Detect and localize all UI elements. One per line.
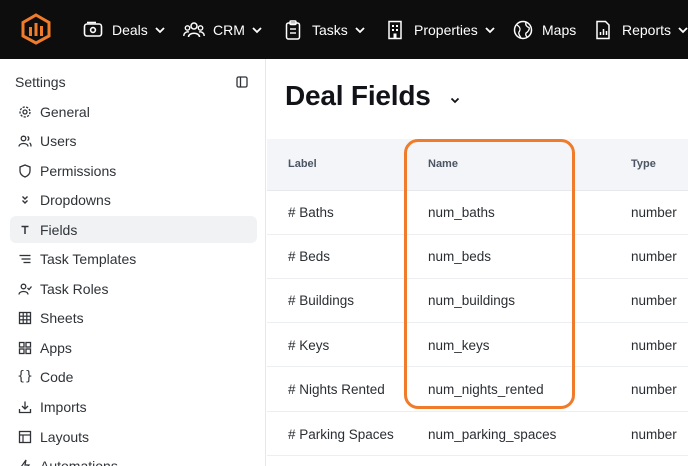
cell-type: number	[631, 382, 677, 397]
nav-tasks-label: Tasks	[312, 21, 348, 38]
chevron-down-icon	[251, 24, 263, 36]
nav-crm-label: CRM	[213, 21, 245, 38]
chevron-down-icon	[677, 24, 688, 36]
cell-type: number	[631, 338, 677, 353]
cell-name: num_beds	[428, 249, 492, 264]
sidebar-item-label: Apps	[40, 339, 72, 356]
chevron-down-icon[interactable]	[449, 94, 461, 106]
sidebar-item-label: General	[40, 103, 90, 120]
chevron-down-icon	[154, 24, 166, 36]
sidebar-item-label: Task Templates	[40, 250, 137, 267]
cell-name: num_parking_spaces	[428, 427, 557, 442]
report-icon	[592, 19, 614, 41]
users-icon	[18, 134, 32, 148]
sidebar-item-code[interactable]: {} Code	[10, 363, 257, 390]
wallet-icon	[82, 19, 104, 41]
sidebar-item-label: Layouts	[40, 428, 90, 445]
cell-name: num_keys	[428, 338, 490, 353]
column-header-label[interactable]: Label	[288, 158, 317, 170]
sidebar-item-automations[interactable]: Automations	[10, 452, 257, 466]
sidebar-item-label: Dropdowns	[40, 191, 111, 208]
sidebar-item-fields[interactable]: Fields	[10, 216, 257, 243]
nav-deals[interactable]: Deals	[82, 0, 166, 59]
settings-sidebar: Settings General Users Permissions Dropd…	[0, 59, 266, 466]
cell-label: # Buildings	[288, 293, 355, 308]
cell-name: num_buildings	[428, 293, 516, 308]
sidebar-item-permissions[interactable]: Permissions	[10, 157, 257, 184]
braces-icon: {}	[17, 369, 33, 384]
sidebar-title: Settings	[15, 74, 66, 90]
cell-name: num_baths	[428, 205, 495, 220]
clipboard-icon	[282, 19, 304, 41]
page-title: Deal Fields	[285, 80, 431, 111]
sidebar-item-apps[interactable]: Apps	[10, 334, 257, 361]
sidebar-item-label: Task Roles	[40, 280, 109, 297]
cell-label: # Beds	[288, 249, 331, 264]
sidebar-item-general[interactable]: General	[10, 98, 257, 125]
cell-label: # Baths	[288, 205, 334, 220]
nav-reports-label: Reports	[622, 21, 672, 38]
nav-tasks[interactable]: Tasks	[282, 0, 366, 59]
sidebar-item-task-templates[interactable]: Task Templates	[10, 245, 257, 272]
sidebar-item-label: Automations	[40, 457, 118, 466]
sidebar-item-imports[interactable]: Imports	[10, 393, 257, 420]
sidebar-item-sheets[interactable]: Sheets	[10, 304, 257, 331]
sidebar-item-label: Code	[40, 368, 74, 385]
column-header-name[interactable]: Name	[428, 158, 458, 170]
text-icon	[18, 223, 32, 237]
user-check-icon	[18, 282, 32, 296]
cell-label: # Nights Rented	[288, 382, 385, 397]
column-header-type[interactable]: Type	[631, 158, 656, 170]
sidebar-item-label: Permissions	[40, 162, 117, 179]
chevrons-down-icon	[18, 193, 32, 207]
grid-icon	[18, 311, 32, 325]
nav-crm[interactable]: CRM	[183, 0, 263, 59]
bolt-icon	[18, 459, 32, 466]
chevron-down-icon	[354, 24, 366, 36]
cell-label: # Parking Spaces	[288, 427, 394, 442]
download-icon	[18, 400, 32, 414]
table-header	[267, 139, 688, 191]
nav-maps-label: Maps	[542, 21, 577, 38]
sidebar-item-task-roles[interactable]: Task Roles	[10, 275, 257, 302]
sidebar-item-dropdowns[interactable]: Dropdowns	[10, 186, 257, 213]
nav-properties-label: Properties	[414, 21, 478, 38]
chevron-down-icon	[484, 24, 496, 36]
globe-icon	[512, 19, 534, 41]
sidebar-item-users[interactable]: Users	[10, 127, 257, 154]
sidebar-item-label: Sheets	[40, 309, 84, 326]
layout-icon	[18, 430, 32, 444]
nav-maps[interactable]: Maps	[512, 0, 576, 59]
users-icon	[183, 19, 205, 41]
list-icon	[18, 252, 32, 266]
cell-type: number	[631, 293, 677, 308]
gear-icon	[18, 105, 32, 119]
cell-label: # Keys	[288, 338, 330, 353]
sidebar-collapse-icon[interactable]	[236, 76, 248, 88]
nav-reports[interactable]: Reports	[592, 0, 688, 59]
apps-icon	[18, 341, 32, 355]
shield-icon	[18, 163, 32, 178]
sidebar-item-label: Fields	[40, 221, 78, 238]
sidebar-item-label: Imports	[40, 398, 87, 415]
sidebar-item-label: Users	[40, 132, 77, 149]
cell-type: number	[631, 249, 677, 264]
cell-type: number	[631, 205, 677, 220]
nav-deals-label: Deals	[112, 21, 148, 38]
cell-type: number	[631, 427, 677, 442]
top-nav-bar: Deals CRM Tasks Properties Maps Reports	[0, 0, 688, 59]
nav-properties[interactable]: Properties	[384, 0, 496, 59]
building-icon	[384, 19, 406, 41]
sidebar-item-layouts[interactable]: Layouts	[10, 423, 257, 450]
cell-name: num_nights_rented	[428, 382, 544, 397]
logo-icon[interactable]	[20, 13, 52, 45]
